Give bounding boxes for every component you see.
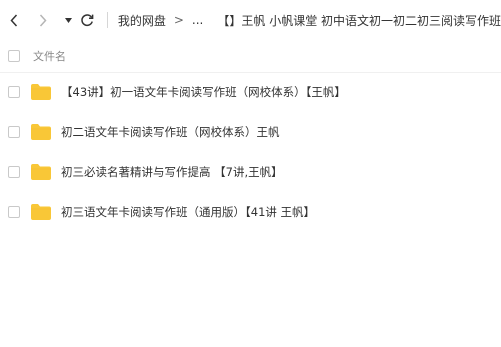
list-item[interactable]: 【43讲】初一语文年卡阅读写作班（网校体系）【王帆】 bbox=[0, 72, 501, 112]
refresh-button[interactable] bbox=[80, 10, 95, 30]
history-dropdown[interactable] bbox=[64, 10, 73, 30]
file-name[interactable]: 初三语文年卡阅读写作班（通用版）【41讲 王帆】 bbox=[61, 204, 315, 220]
list-item[interactable]: 初二语文年卡阅读写作班（网校体系）王帆 bbox=[0, 112, 501, 152]
breadcrumb: 我的网盘 > ... 【】王帆 小帆课堂 初中语文初一初二初三阅读写作班 bbox=[105, 12, 501, 29]
row-checkbox[interactable] bbox=[8, 86, 20, 98]
breadcrumb-root[interactable]: 我的网盘 bbox=[118, 12, 166, 29]
row-checkbox[interactable] bbox=[8, 126, 20, 138]
refresh-icon bbox=[81, 14, 94, 27]
row-checkbox[interactable] bbox=[8, 206, 20, 218]
folder-icon bbox=[31, 204, 51, 220]
breadcrumb-current: 【】王帆 小帆课堂 初中语文初一初二初三阅读写作班 bbox=[217, 13, 501, 28]
chevron-right-icon bbox=[40, 13, 47, 27]
list-item[interactable]: 初三语文年卡阅读写作班（通用版）【41讲 王帆】 bbox=[0, 192, 501, 232]
list-item[interactable]: 初三必读名著精讲与写作提高 【7讲,王帆】 bbox=[0, 152, 501, 192]
back-button[interactable] bbox=[8, 10, 21, 30]
forward-button[interactable] bbox=[37, 10, 50, 30]
folder-icon bbox=[31, 124, 51, 140]
toolbar: 我的网盘 > ... 【】王帆 小帆课堂 初中语文初一初二初三阅读写作班 bbox=[0, 0, 501, 40]
breadcrumb-separator: > bbox=[173, 13, 184, 27]
select-all-checkbox[interactable] bbox=[8, 50, 20, 62]
chevron-left-icon bbox=[10, 13, 18, 27]
caret-down-icon bbox=[64, 17, 72, 23]
file-name[interactable]: 初三必读名著精讲与写作提高 【7讲,王帆】 bbox=[61, 164, 283, 180]
row-checkbox[interactable] bbox=[8, 166, 20, 178]
column-header-name[interactable]: 文件名 bbox=[33, 48, 66, 64]
file-name[interactable]: 【43讲】初一语文年卡阅读写作班（网校体系）【王帆】 bbox=[61, 84, 346, 100]
file-name[interactable]: 初二语文年卡阅读写作班（网校体系）王帆 bbox=[61, 124, 280, 140]
folder-icon bbox=[31, 164, 51, 180]
list-header: 文件名 bbox=[0, 40, 501, 73]
toolbar-divider bbox=[106, 12, 108, 28]
breadcrumb-ellipsis[interactable]: ... bbox=[192, 13, 203, 27]
folder-icon bbox=[31, 84, 51, 100]
